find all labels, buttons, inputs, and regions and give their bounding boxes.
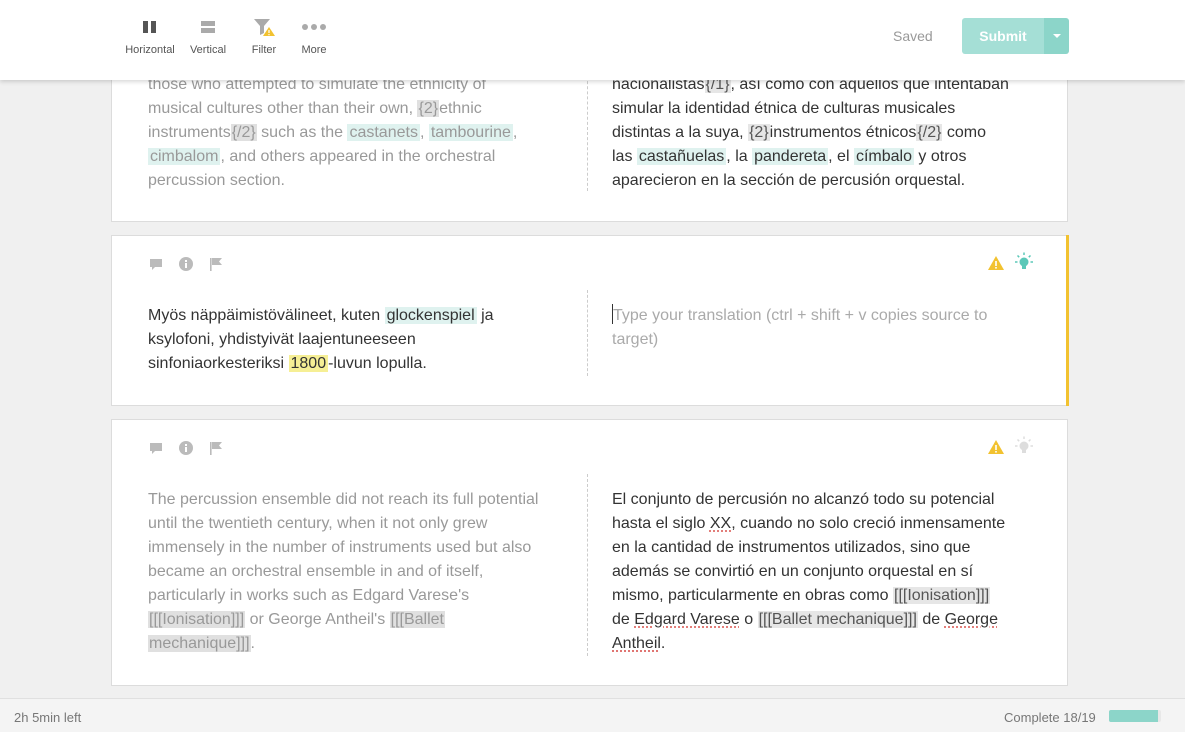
- active-segment-indicator: [1066, 235, 1069, 406]
- spelling-flag: Edgard Varese: [634, 611, 740, 628]
- warning-icon[interactable]: [987, 255, 1005, 271]
- glossary-term: tambourine: [428, 124, 513, 141]
- tag: {/2}: [230, 124, 257, 141]
- glossary-term: glockenspiel: [384, 307, 477, 324]
- saved-status: Saved: [893, 28, 933, 44]
- number-highlight: 1800: [288, 355, 329, 372]
- target-text[interactable]: El conjunto de percusión no alcanzó todo…: [612, 488, 1032, 656]
- vertical-layout-button[interactable]: Vertical: [178, 16, 238, 56]
- flag-icon[interactable]: [208, 256, 224, 272]
- vertical-label: Vertical: [189, 44, 227, 56]
- tag: [[[Ballet: [389, 611, 445, 628]
- progress-fill: [1109, 710, 1159, 722]
- tag: [[[Ionisation]]]: [893, 587, 991, 604]
- warning-icon[interactable]: [987, 439, 1005, 455]
- comment-icon[interactable]: [148, 256, 164, 272]
- tag: [[[Ballet mechanique]]]: [757, 611, 918, 628]
- translation-input[interactable]: Type your translation (ctrl + shift + v …: [612, 304, 1032, 352]
- completion-status: Complete 18/19: [1004, 710, 1096, 725]
- time-left: 2h 5min left: [14, 710, 82, 725]
- submit-dropdown-button[interactable]: [1044, 18, 1069, 54]
- tag: {/2}: [916, 124, 943, 141]
- lightbulb-icon[interactable]: [1013, 436, 1035, 458]
- segment-actions: [148, 256, 224, 272]
- lightbulb-icon[interactable]: [1013, 252, 1035, 274]
- column-divider: [587, 290, 588, 376]
- segment-active[interactable]: Myös näppäimistövälineet, kuten glockens…: [111, 235, 1069, 406]
- spelling-flag: XX: [709, 515, 732, 532]
- info-icon[interactable]: [178, 440, 194, 456]
- translation-placeholder: Type your translation (ctrl + shift + v …: [612, 307, 988, 348]
- more-dots-icon: [284, 16, 344, 38]
- source-text: those who attempted to simulate the ethn…: [148, 76, 518, 189]
- status-bar: 2h 5min left Complete 18/19: [0, 698, 1185, 732]
- horizontal-layout-button[interactable]: Horizontal: [120, 16, 180, 56]
- target-text[interactable]: nacionalistas{/1}, así como con aquellos…: [612, 73, 1032, 193]
- glossary-term: castanets: [347, 124, 420, 141]
- glossary-term: címbalo: [853, 148, 914, 165]
- chevron-down-icon: [1052, 34, 1061, 38]
- segment-status-icons: [987, 252, 1035, 274]
- columns-icon: [120, 16, 180, 38]
- progress-bar: [1109, 710, 1161, 722]
- rows-icon: [178, 16, 238, 38]
- more-label: More: [301, 44, 327, 56]
- glossary-term: pandereta: [752, 148, 829, 165]
- segment-actions: [148, 440, 224, 456]
- horizontal-label: Horizontal: [125, 44, 175, 56]
- spelling-flag: Antheil: [612, 635, 661, 652]
- segment-status-icons: [987, 436, 1035, 458]
- spelling-flag: George: [944, 611, 998, 628]
- flag-icon[interactable]: [208, 440, 224, 456]
- tag: {2}: [417, 100, 440, 117]
- comment-icon[interactable]: [148, 440, 164, 456]
- column-divider: [587, 71, 588, 191]
- tag: {2}: [748, 124, 770, 141]
- column-divider: [587, 474, 588, 656]
- more-button[interactable]: More: [284, 16, 344, 56]
- tag: mechanique]]]: [148, 635, 251, 652]
- toolbar: Horizontal Vertical Filter More Saved Su…: [0, 0, 1185, 80]
- glossary-term: cimbalom: [148, 148, 221, 165]
- tag: [[[Ionisation]]]: [148, 611, 246, 628]
- info-icon[interactable]: [178, 256, 194, 272]
- segment[interactable]: The percussion ensemble did not reach it…: [111, 419, 1068, 686]
- submit-button[interactable]: Submit: [962, 18, 1044, 54]
- source-text: The percussion ensemble did not reach it…: [148, 491, 539, 652]
- glossary-term: castañuelas: [636, 148, 727, 165]
- source-text: Myös näppäimistövälineet, kuten glockens…: [148, 307, 494, 372]
